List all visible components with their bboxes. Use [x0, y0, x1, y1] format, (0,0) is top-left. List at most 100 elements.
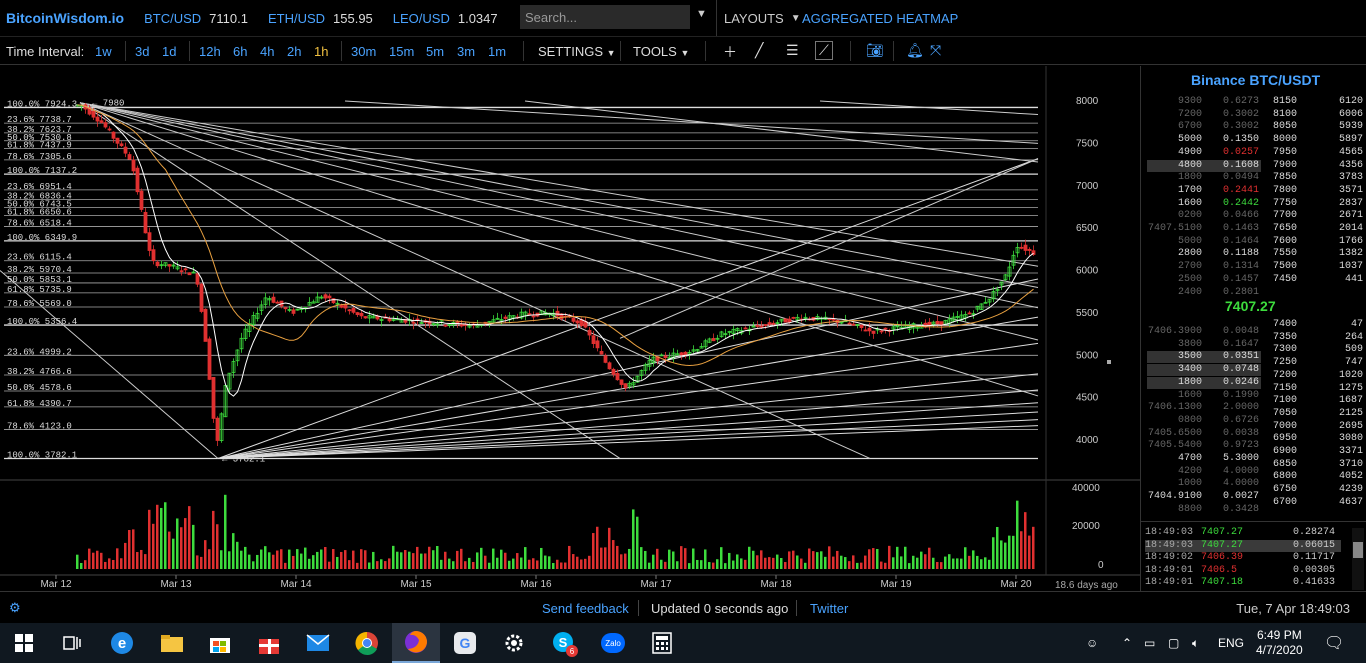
- people-icon[interactable]: ☺: [1086, 623, 1098, 663]
- fibonacci-icon[interactable]: ⟋: [815, 41, 833, 60]
- chevron-up-icon[interactable]: ⌃: [1122, 623, 1132, 663]
- interval-1h[interactable]: 1h: [314, 44, 328, 59]
- crosshair-icon[interactable]: ＋: [723, 42, 737, 62]
- skype-icon[interactable]: S6: [540, 623, 588, 663]
- network-icon[interactable]: ▢: [1168, 623, 1179, 663]
- interval-12h[interactable]: 12h: [199, 44, 221, 59]
- search-dropdown-icon[interactable]: ▼: [696, 8, 707, 20]
- volume-bar: [916, 557, 919, 569]
- scroll-thumb[interactable]: [1353, 542, 1363, 558]
- search-input[interactable]: [520, 5, 690, 29]
- interval-4h[interactable]: 4h: [260, 44, 274, 59]
- candle-body: [607, 362, 612, 370]
- zalo-icon[interactable]: Zalo: [589, 623, 637, 663]
- candle-body: [1023, 244, 1028, 251]
- orderbook-cell: 7750: [1273, 197, 1298, 209]
- candle-body: [107, 128, 112, 131]
- horizontal-lines-icon[interactable]: ☰: [786, 42, 799, 59]
- send-feedback-link[interactable]: Send feedback: [542, 601, 629, 616]
- candle-body: [203, 308, 208, 342]
- interval-2h[interactable]: 2h: [287, 44, 301, 59]
- interval-1d[interactable]: 1d: [162, 44, 176, 59]
- candle-body: [359, 312, 364, 317]
- fib-label: 100.0% 6349.9: [7, 233, 77, 243]
- orderbook-row: 7600 1766: [1273, 236, 1363, 248]
- calculator-icon[interactable]: [638, 623, 686, 663]
- volume-bar: [848, 561, 851, 569]
- layouts-menu[interactable]: LAYOUTS ▼: [716, 0, 801, 36]
- volume-bar: [300, 553, 303, 569]
- settings-icon[interactable]: [490, 623, 538, 663]
- volume-bar: [460, 548, 463, 569]
- volume-bar: [120, 558, 123, 569]
- orderbook-row: 9300 0.6273: [1147, 96, 1261, 108]
- brand-logo[interactable]: BitcoinWisdom.io: [6, 10, 124, 26]
- ticker-pair[interactable]: BTC/USD: [144, 11, 201, 26]
- tools-menu[interactable]: TOOLS ▼: [633, 44, 689, 59]
- candle-body: [207, 338, 212, 380]
- interval-5m[interactable]: 5m: [426, 44, 444, 59]
- file-explorer-icon[interactable]: [148, 623, 196, 663]
- candle-body: [587, 329, 592, 336]
- task-view-icon[interactable]: [48, 623, 96, 663]
- volume-bar: [800, 558, 803, 569]
- interval-1w[interactable]: 1w: [95, 44, 112, 59]
- volume-bar: [804, 562, 807, 569]
- chrome-icon[interactable]: [343, 623, 391, 663]
- ticker-leo[interactable]: LEO/USD 1.0347: [393, 11, 498, 26]
- fan-line: [217, 342, 1039, 459]
- interval-15m[interactable]: 15m: [389, 44, 414, 59]
- price-chart[interactable]: 100.0% 7924.323.6% 7738.738.2% 7623.750.…: [0, 66, 1140, 591]
- candle-body: [1019, 246, 1024, 249]
- ticker-pair[interactable]: ETH/USD: [268, 11, 325, 26]
- language-indicator[interactable]: ENG: [1218, 623, 1244, 663]
- volume-bar: [808, 548, 811, 569]
- gift-icon[interactable]: [245, 623, 293, 663]
- interval-6h[interactable]: 6h: [233, 44, 247, 59]
- firefox-icon[interactable]: [392, 623, 440, 663]
- interval-30m[interactable]: 30m: [351, 44, 376, 59]
- volume-bar: [716, 559, 719, 569]
- twitter-link[interactable]: Twitter: [810, 601, 848, 616]
- candle-body: [179, 270, 184, 273]
- battery-icon[interactable]: ▭: [1144, 623, 1155, 663]
- volume-bar: [600, 547, 603, 569]
- store-icon[interactable]: [196, 623, 244, 663]
- volume-bar: [796, 555, 799, 569]
- clock[interactable]: 6:49 PM 4/7/2020: [1256, 623, 1303, 663]
- camera-icon[interactable]: 📷︎: [866, 42, 884, 59]
- gear-icon[interactable]: ⚙: [9, 600, 21, 616]
- google-app-icon[interactable]: G: [441, 623, 489, 663]
- volume-tick-label: 0: [1098, 560, 1104, 571]
- trades-scrollbar[interactable]: [1352, 528, 1364, 590]
- edge-icon[interactable]: e: [98, 623, 146, 663]
- orderbook-row: 7850 3783: [1273, 172, 1363, 184]
- interval-1m[interactable]: 1m: [488, 44, 506, 59]
- interval-3d[interactable]: 3d: [135, 44, 149, 59]
- ticker-pair[interactable]: LEO/USD: [393, 11, 450, 26]
- trade-time: 18:49:03: [1145, 527, 1194, 538]
- volume-bar: [272, 554, 275, 569]
- volume-icon[interactable]: 🔈︎: [1192, 623, 1199, 663]
- volume-bar: [728, 552, 731, 569]
- volume-bar: [632, 509, 635, 569]
- heatmap-link[interactable]: AGGREGATED HEATMAP: [802, 0, 958, 36]
- fullscreen-icon[interactable]: ⤧: [930, 42, 941, 59]
- orderbook-row: 2400 0.2801: [1147, 287, 1261, 299]
- mail-icon[interactable]: [294, 623, 342, 663]
- windows-start-icon[interactable]: [0, 623, 48, 663]
- fan-line: [217, 158, 1039, 459]
- orderbook-cell: 0.0494: [1222, 172, 1259, 184]
- notification-icon[interactable]: 🗨︎: [1324, 623, 1344, 663]
- volume-bar: [576, 556, 579, 569]
- bell-icon[interactable]: 🔔︎: [906, 42, 924, 59]
- ticker-eth[interactable]: ETH/USD 155.95: [268, 11, 373, 26]
- volume-bar: [756, 555, 759, 569]
- ticker-btc[interactable]: BTC/USD 7110.1: [144, 11, 248, 26]
- trend-line-icon[interactable]: ╱: [755, 42, 763, 59]
- volume-bar: [608, 527, 611, 569]
- interval-3m[interactable]: 3m: [457, 44, 475, 59]
- settings-menu[interactable]: SETTINGS ▼: [538, 44, 616, 59]
- candle-body: [143, 211, 148, 234]
- orderbook-cell: 0200: [1177, 210, 1202, 222]
